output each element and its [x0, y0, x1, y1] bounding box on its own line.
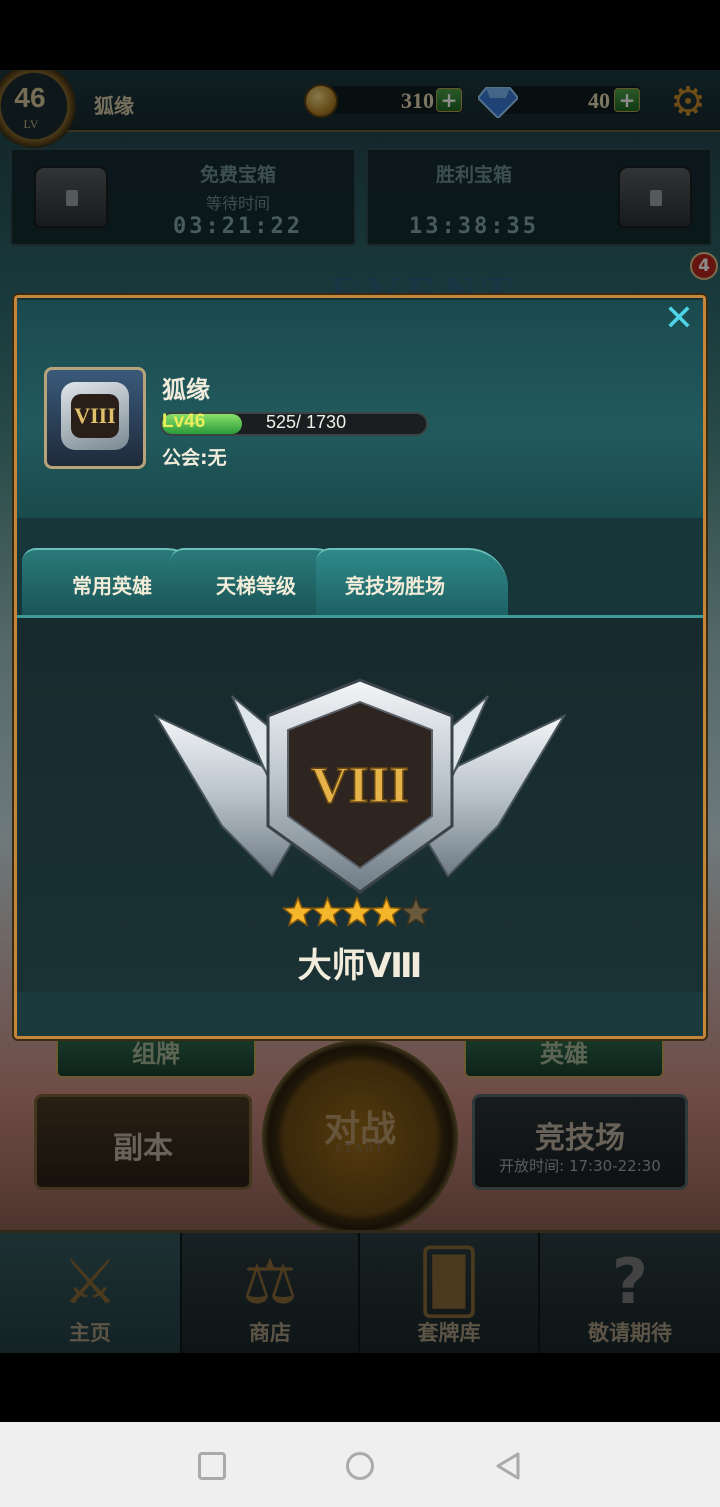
tab-frequent-heroes-label: 常用英雄: [72, 574, 152, 598]
modal-footer: [17, 992, 703, 1036]
profile-name: 狐缘: [162, 376, 210, 404]
guild-label: 公会:无: [162, 447, 227, 469]
star-filled-icon: [340, 896, 374, 927]
star-empty-icon: [399, 896, 432, 927]
recent-apps-button[interactable]: [198, 1452, 226, 1480]
rank-stars: [282, 896, 432, 927]
star-filled-icon: [282, 896, 315, 927]
xp-progress-text: 525/ 1730: [266, 412, 347, 432]
rank-name: 大师Ⅷ: [297, 946, 423, 986]
profile-level: Lv46: [162, 411, 206, 432]
system-nav-bar: [0, 1422, 720, 1507]
avatar: VIII: [44, 367, 146, 469]
tab-ladder-rank-label: 天梯等级: [216, 574, 296, 598]
star-filled-icon: [311, 896, 344, 927]
star-filled-icon: [370, 896, 403, 927]
home-button[interactable]: [346, 1452, 374, 1480]
close-icon[interactable]: ✕: [662, 301, 696, 337]
rank-numeral: VIII: [311, 757, 409, 814]
avatar-rank-badge: VIII: [61, 382, 129, 450]
rank-emblem: VIII: [153, 678, 567, 894]
avatar-rank-numeral: VIII: [71, 394, 119, 438]
back-button[interactable]: [494, 1452, 522, 1480]
tab-arena-wins-label: 竞技场胜场: [345, 574, 445, 598]
